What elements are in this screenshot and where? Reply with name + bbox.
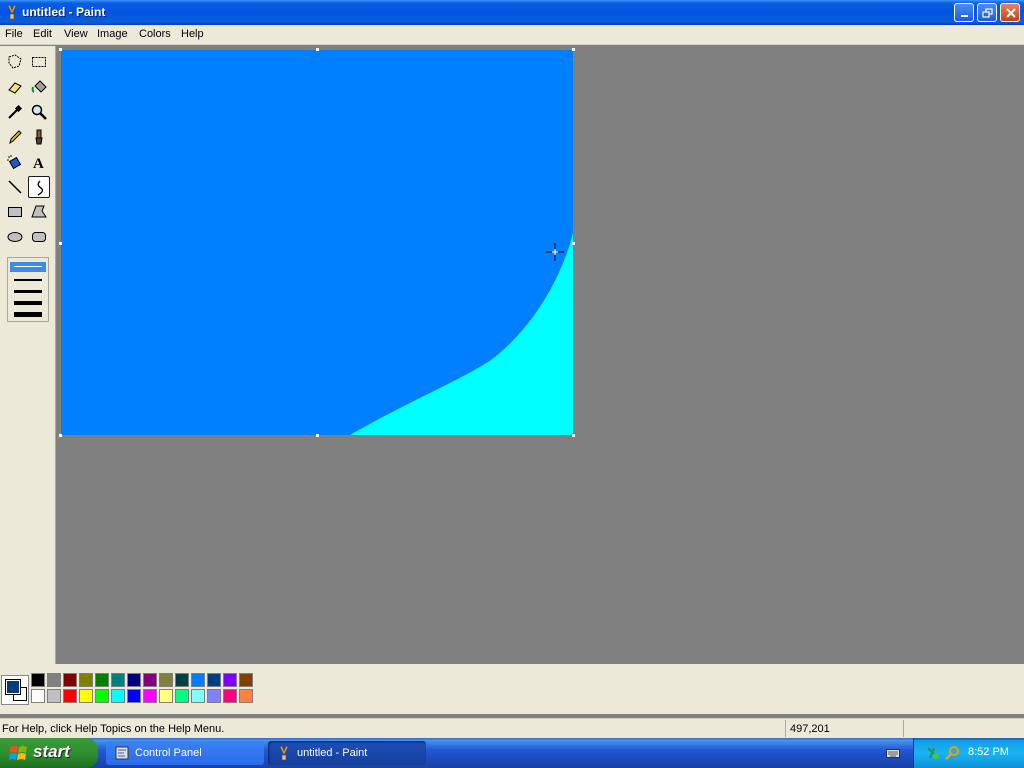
windows-logo-icon (9, 746, 27, 760)
line-width-4[interactable] (14, 301, 42, 305)
color-swatch[interactable] (207, 673, 221, 687)
color-swatch[interactable] (63, 673, 77, 687)
rounded-rectangle-icon[interactable] (28, 226, 50, 248)
ellipse-icon[interactable] (4, 226, 26, 248)
color-swatch[interactable] (207, 689, 221, 703)
title-bar[interactable]: untitled - Paint (0, 0, 1024, 25)
line-width-selector (7, 257, 49, 322)
color-swatch[interactable] (95, 673, 109, 687)
current-colors (1, 675, 29, 705)
line-width-5[interactable] (14, 312, 42, 317)
keyboard-icon[interactable] (886, 747, 900, 759)
cyan-fill-shape (350, 233, 573, 435)
color-swatch[interactable] (191, 689, 205, 703)
crosshair-icon (546, 243, 564, 261)
canvas-workspace (57, 46, 1024, 664)
select-icon[interactable] (28, 51, 50, 73)
free-form-select-icon[interactable] (4, 51, 26, 73)
color-swatch[interactable] (223, 689, 237, 703)
curve-icon[interactable] (28, 176, 50, 198)
resize-handle[interactable] (572, 242, 575, 245)
pencil-icon[interactable] (4, 126, 26, 148)
line-width-1-selected[interactable] (10, 262, 46, 272)
eraser-icon[interactable] (4, 76, 26, 98)
system-tray: 8:52 PM (913, 738, 1024, 768)
status-size-panel (903, 720, 1024, 737)
color-swatch[interactable] (31, 673, 45, 687)
menu-file[interactable]: File (5, 28, 23, 40)
menu-bar: File Edit View Image Colors Help (0, 25, 1024, 45)
taskbar: start Control Panel untitled - Paint 8:5… (0, 738, 1024, 768)
line-icon[interactable] (4, 176, 26, 198)
status-bar: For Help, click Help Topics on the Help … (0, 718, 1024, 738)
menu-help[interactable]: Help (181, 28, 204, 40)
minimize-button[interactable] (954, 3, 974, 22)
menu-edit[interactable]: Edit (33, 28, 52, 40)
resize-handle[interactable] (572, 48, 575, 51)
line-width-3[interactable] (14, 290, 42, 293)
fill-with-color-icon[interactable] (28, 76, 50, 98)
color-swatch[interactable] (175, 689, 189, 703)
color-swatch[interactable] (79, 673, 93, 687)
airbrush-icon[interactable] (4, 151, 26, 173)
magnifier-icon[interactable] (28, 101, 50, 123)
resize-handle[interactable] (316, 48, 319, 51)
color-swatch[interactable] (47, 689, 61, 703)
resize-handle[interactable] (59, 48, 62, 51)
color-swatch[interactable] (47, 673, 61, 687)
taskbar-item-paint[interactable]: untitled - Paint (268, 741, 426, 765)
paint-brush-icon (5, 4, 19, 20)
close-button[interactable] (1000, 3, 1020, 22)
brush-icon[interactable] (28, 126, 50, 148)
resize-handle[interactable] (316, 434, 319, 437)
color-swatch[interactable] (127, 673, 141, 687)
svg-text:A: A (33, 156, 44, 170)
color-swatch[interactable] (111, 689, 125, 703)
text-icon[interactable]: A (28, 151, 50, 173)
taskbar-item-label: untitled - Paint (297, 747, 368, 759)
color-swatch[interactable] (127, 689, 141, 703)
menu-view[interactable]: View (64, 28, 88, 40)
color-swatch[interactable] (63, 689, 77, 703)
color-swatch[interactable] (223, 673, 237, 687)
restore-button[interactable] (977, 3, 997, 22)
status-help-text: For Help, click Help Topics on the Help … (2, 723, 225, 735)
menu-image[interactable]: Image (97, 28, 128, 40)
pick-color-icon[interactable] (4, 101, 26, 123)
color-palette-bar (0, 664, 1024, 714)
color-swatch[interactable] (31, 689, 45, 703)
foreground-color-swatch (5, 679, 21, 695)
resize-handle[interactable] (59, 434, 62, 437)
color-swatch[interactable] (191, 673, 205, 687)
control-panel-icon (115, 746, 129, 760)
network-icon[interactable] (926, 746, 940, 760)
drawing-canvas[interactable] (61, 50, 573, 435)
cursor-coordinates: 497,201 (785, 720, 903, 737)
color-swatch[interactable] (95, 689, 109, 703)
polygon-icon[interactable] (28, 201, 50, 223)
start-button[interactable]: start (0, 738, 98, 768)
color-swatch[interactable] (239, 689, 253, 703)
resize-handle[interactable] (59, 242, 62, 245)
color-swatch[interactable] (159, 673, 173, 687)
resize-handle[interactable] (572, 434, 575, 437)
color-swatch[interactable] (143, 673, 157, 687)
paint-brush-icon (279, 746, 289, 761)
taskbar-item-label: Control Panel (135, 747, 202, 759)
taskbar-item-control-panel[interactable]: Control Panel (106, 741, 264, 765)
window-title: untitled - Paint (22, 5, 106, 19)
toolbox: A (0, 46, 56, 664)
color-swatch[interactable] (175, 673, 189, 687)
search-icon[interactable] (945, 745, 961, 761)
clock: 8:52 PM (968, 746, 1009, 758)
color-swatch[interactable] (159, 689, 173, 703)
line-width-2[interactable] (14, 279, 42, 281)
color-swatch[interactable] (111, 673, 125, 687)
menu-colors[interactable]: Colors (139, 28, 171, 40)
rectangle-icon[interactable] (4, 201, 26, 223)
color-swatch[interactable] (79, 689, 93, 703)
color-swatch[interactable] (143, 689, 157, 703)
start-label: start (33, 742, 70, 761)
color-swatch[interactable] (239, 673, 253, 687)
